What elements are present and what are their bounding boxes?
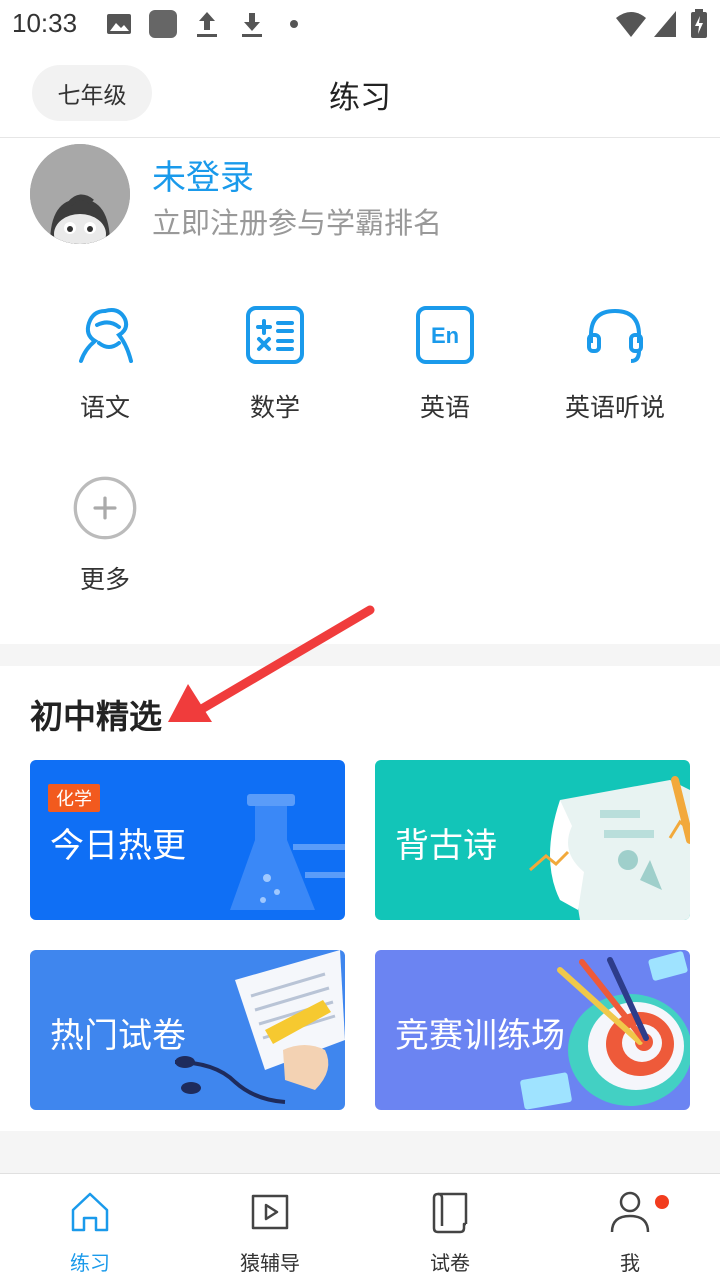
headphones-icon (587, 308, 643, 363)
upload-icon (197, 12, 217, 37)
default-avatar-icon (30, 144, 130, 244)
flask-illustration-icon (230, 794, 345, 910)
card-ancient-poems[interactable]: 背古诗 (375, 760, 690, 920)
nav-papers[interactable]: 试卷 (360, 1174, 540, 1280)
subject-more[interactable]: 更多 (20, 476, 190, 627)
subject-chinese[interactable]: 语文 (20, 305, 190, 455)
wifi-icon (616, 12, 646, 37)
literature-icon (79, 308, 133, 363)
subject-tag: 化学 (48, 784, 100, 812)
user-icon (610, 1191, 650, 1233)
image-notification-icon (107, 14, 131, 34)
paper-scroll-icon (432, 1192, 468, 1234)
section-title: 初中精选 (30, 697, 162, 736)
subject-english[interactable]: En 英语 (360, 305, 530, 455)
register-hint[interactable]: 立即注册参与学霸排名 (152, 200, 442, 242)
english-icon-text: En (431, 323, 459, 348)
nav-label: 我 (620, 1251, 640, 1275)
nav-label: 猿辅导 (240, 1251, 300, 1275)
nav-tutoring[interactable]: 猿辅导 (180, 1174, 360, 1280)
header: 七年级 练习 (0, 50, 720, 138)
bottom-navigation: 练习 猿辅导 试卷 我 (0, 1173, 720, 1280)
home-icon (71, 1192, 109, 1232)
nav-me[interactable]: 我 (540, 1174, 720, 1280)
card-label: 热门试卷 (50, 1016, 186, 1056)
subject-label: 更多 (79, 565, 130, 594)
scroll-illustration-icon (529, 776, 690, 920)
subject-label: 数学 (249, 393, 300, 422)
card-label: 今日热更 (50, 826, 186, 866)
battery-icon (691, 9, 707, 38)
plus-circle-icon (73, 476, 137, 540)
subject-math[interactable]: 数学 (190, 305, 360, 455)
card-daily-update[interactable]: 化学 今日热更 (30, 760, 345, 920)
math-icon (246, 306, 304, 364)
download-icon (242, 13, 262, 37)
subject-label: 语文 (79, 393, 130, 422)
more-dot-icon (290, 20, 298, 28)
cell-signal-icon (654, 11, 676, 37)
status-bar: 10:33 (0, 0, 720, 50)
nav-label: 练习 (70, 1251, 110, 1275)
card-popular-papers[interactable]: 热门试卷 (30, 950, 345, 1110)
card-competition-training[interactable]: 竞赛训练场 (375, 950, 690, 1110)
login-status[interactable]: 未登录 (152, 150, 254, 199)
avatar[interactable] (30, 144, 130, 244)
section-divider (0, 644, 720, 666)
app-notification-icon (149, 10, 177, 38)
notification-dot (655, 1195, 669, 1209)
nav-practice[interactable]: 练习 (0, 1174, 180, 1280)
nav-label: 试卷 (430, 1251, 470, 1275)
highlighter-paper-illustration-icon (175, 950, 345, 1104)
subject-label: 英语 (419, 393, 470, 422)
card-label: 竞赛训练场 (395, 1016, 565, 1056)
bottom-divider (0, 1131, 720, 1173)
subject-label: 英语听说 (564, 393, 665, 422)
page-title: 练习 (329, 80, 391, 116)
status-time: 10:33 (12, 8, 78, 38)
video-play-icon (251, 1194, 289, 1230)
subject-english-listening[interactable]: 英语听说 (530, 305, 700, 455)
card-label: 背古诗 (395, 826, 497, 866)
english-icon: En (416, 306, 474, 364)
